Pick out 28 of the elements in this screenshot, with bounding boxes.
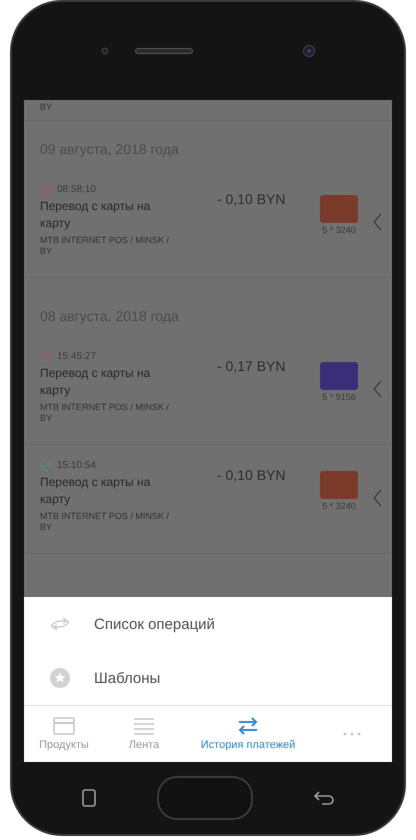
speaker-grille-icon bbox=[135, 48, 193, 54]
chevron-left-icon[interactable] bbox=[373, 380, 382, 398]
operation-title: Перевод с карты на карту bbox=[40, 365, 152, 399]
exclamation-circle-icon bbox=[40, 183, 52, 195]
operation-amount: - 0,10 BYN bbox=[217, 467, 286, 483]
back-icon[interactable] bbox=[314, 791, 334, 805]
star-circle-icon bbox=[50, 668, 70, 688]
chevron-left-icon[interactable] bbox=[373, 489, 382, 507]
more-dots-icon bbox=[343, 732, 361, 736]
exclamation-circle-icon bbox=[40, 350, 52, 362]
recent-apps-icon[interactable] bbox=[82, 789, 96, 807]
home-button[interactable] bbox=[156, 776, 253, 820]
sensor-icon bbox=[101, 47, 109, 55]
list-lines-icon bbox=[133, 717, 155, 735]
merchant-text: MTB INTERNET POS / MINSK / BY bbox=[40, 235, 170, 257]
chevron-left-icon[interactable] bbox=[373, 213, 382, 231]
front-camera-icon bbox=[303, 45, 315, 57]
operation-title: Перевод с карты на карту bbox=[40, 474, 152, 508]
merchant-text: MTB INTERNET POS / MINSK / BY bbox=[40, 402, 170, 424]
operation-amount: - 0,17 BYN bbox=[217, 358, 286, 374]
card-icon bbox=[53, 717, 75, 735]
merchant-text: MTB INTERNET POS / MINSK / BY bbox=[40, 511, 170, 533]
swap-arrows-icon bbox=[237, 717, 259, 735]
transfer-arrows-icon bbox=[48, 616, 72, 632]
check-circle-icon bbox=[40, 459, 52, 471]
operation-amount: - 0,10 BYN bbox=[217, 191, 286, 207]
truncated-merchant-text: BY bbox=[24, 100, 392, 121]
operation-title: Перевод с карты на карту bbox=[40, 198, 152, 232]
